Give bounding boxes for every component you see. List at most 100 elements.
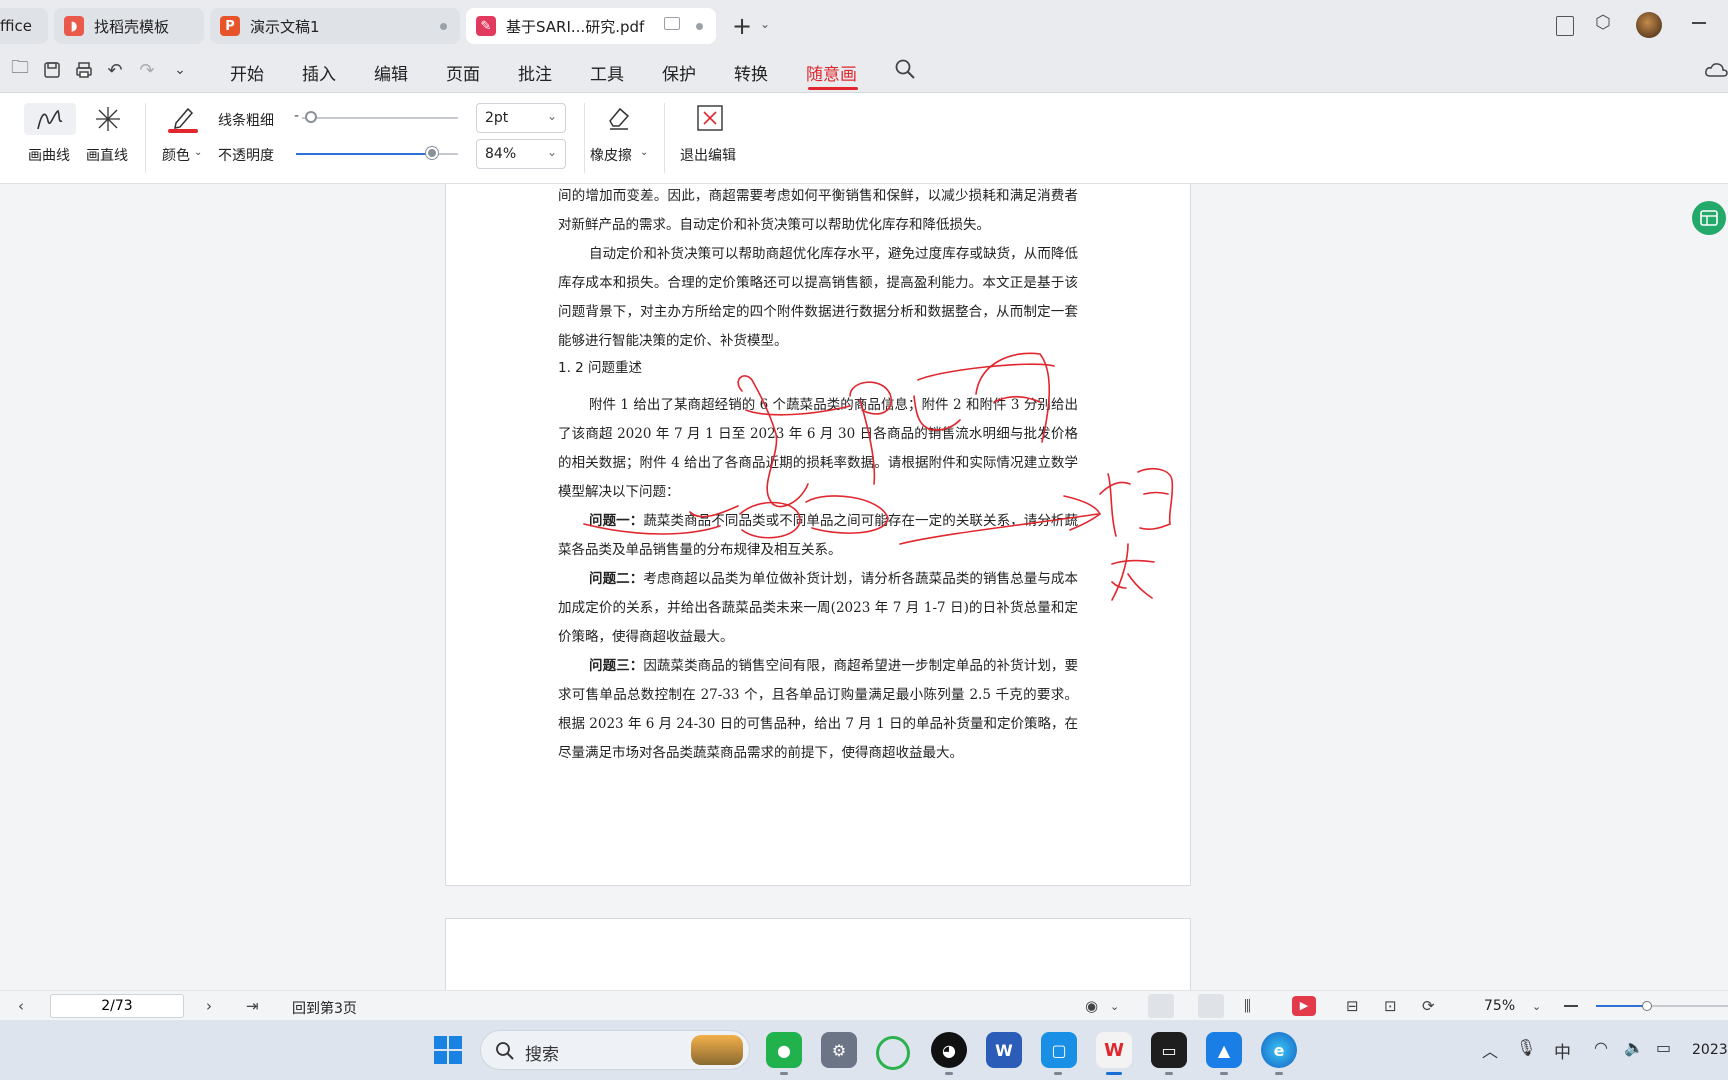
chevron-down-icon[interactable]: ⌄ [640, 147, 648, 158]
color-label[interactable]: 颜色 [162, 145, 190, 165]
exit-edit-button[interactable] [697, 105, 723, 135]
wps-icon[interactable]: W [1096, 1032, 1132, 1068]
undo-icon[interactable]: ↶ [103, 58, 127, 82]
meeting-icon[interactable]: ▲ [1206, 1032, 1242, 1068]
goto-page-link[interactable]: 回到第3页 [292, 998, 357, 1018]
split-view-icon[interactable] [1556, 16, 1574, 36]
clock[interactable]: 2023 [1692, 1042, 1728, 1058]
tab-docer-templates[interactable]: ◗ 找稻壳模板 [54, 8, 204, 44]
play-icon[interactable]: ▶ [1292, 996, 1316, 1016]
giraffe-icon [691, 1035, 743, 1065]
search-icon[interactable] [894, 58, 916, 84]
opacity-slider-knob[interactable] [426, 147, 439, 159]
fit-width-icon[interactable]: ⊟ [1346, 997, 1359, 1015]
taskbar-search[interactable]: 搜索 [480, 1030, 750, 1070]
search-placeholder: 搜索 [525, 1045, 559, 1065]
eye-icon[interactable]: ◉ [1085, 997, 1098, 1015]
edge-icon[interactable]: e [1261, 1032, 1297, 1068]
tab-wps-office[interactable]: ffice [0, 8, 48, 44]
exit-edit-label[interactable]: 退出编辑 [680, 145, 736, 165]
pdf-page [445, 918, 1191, 990]
menu-start[interactable]: 开始 [230, 60, 264, 85]
rotate-icon[interactable]: ⟳ [1422, 997, 1435, 1015]
menu-annotate[interactable]: 批注 [518, 60, 552, 85]
minimize-icon[interactable] [1692, 22, 1706, 24]
chevron-down-icon[interactable]: ⌄ [194, 147, 202, 158]
menu-protect[interactable]: 保护 [662, 60, 696, 85]
menu-freehand[interactable]: 随意画 [806, 60, 857, 85]
continuous-view-button[interactable] [1148, 994, 1174, 1018]
ime-indicator[interactable]: 中 [1554, 1038, 1571, 1063]
thickness-select[interactable]: 2pt ⌄ [476, 103, 566, 133]
freehand-ribbon: 画曲线 画直线 颜色 ⌄ 线条粗细 - 2pt ⌄ 不透明度 84% ⌄ 橡皮擦… [0, 93, 1728, 184]
wifi-icon[interactable]: ◠ [1594, 1038, 1608, 1057]
qq-icon[interactable]: ◕ [931, 1032, 967, 1068]
last-page-icon[interactable]: ⇥ [246, 997, 259, 1015]
opacity-label: 不透明度 [218, 148, 274, 164]
eraser-icon [609, 107, 630, 130]
thickness-slider-knob[interactable] [305, 111, 318, 123]
minus-icon: - [294, 108, 300, 124]
zoom-out-icon[interactable] [1564, 1005, 1578, 1007]
lock-app-icon[interactable]: ▢ [1041, 1032, 1077, 1068]
print-icon[interactable] [72, 58, 96, 82]
curve-tool-label[interactable]: 画曲线 [28, 145, 70, 165]
menu-convert[interactable]: 转换 [734, 60, 768, 85]
save-icon[interactable] [40, 58, 64, 82]
line-tool-button[interactable] [94, 105, 122, 137]
new-tab-icon[interactable]: + [732, 12, 752, 40]
tab-pdf[interactable]: ✎ 基于SARI...研究.pdf [466, 8, 716, 44]
eraser-button[interactable] [606, 105, 632, 135]
avatar[interactable] [1636, 12, 1662, 38]
refresh-app-icon[interactable] [876, 1036, 910, 1070]
wechat-icon[interactable]: ● [766, 1032, 802, 1068]
zoom-slider-fill [1596, 1005, 1644, 1007]
opacity-select[interactable]: 84% ⌄ [476, 139, 566, 169]
zoom-value[interactable]: 75% [1484, 998, 1515, 1014]
active-tab-indicator [808, 87, 858, 90]
question-2: 问题二：考虑商超以品类为单位做补货计划，请分析各蔬菜品类的销售总量与成本加成定价… [558, 565, 1078, 652]
docer-icon: ◗ [64, 16, 84, 36]
tab-label: ffice [0, 17, 32, 35]
battery-icon[interactable]: ▭ [1656, 1038, 1671, 1057]
pen-color-button[interactable] [168, 103, 198, 137]
redo-icon[interactable]: ↷ [135, 58, 159, 82]
body-paragraph: 自动定价和补货决策可以帮助商超优化库存水平，避免过度库存或缺货，从而降低库存成本… [558, 246, 1078, 349]
speaker-muted-icon[interactable]: 🔈 [1624, 1038, 1644, 1057]
line-tool-label[interactable]: 画直线 [86, 145, 128, 165]
settings-icon[interactable]: ⚙ [821, 1032, 857, 1068]
running-indicator [1220, 1072, 1228, 1075]
single-page-button[interactable] [1198, 994, 1224, 1018]
prev-page-icon[interactable]: ‹ [18, 997, 24, 1015]
search-icon [496, 1042, 514, 1060]
chevron-down-icon[interactable]: ⌄ [1532, 1000, 1541, 1013]
chevron-down-icon[interactable]: ⌄ [1110, 1000, 1119, 1013]
two-page-icon[interactable]: ⫼ [1244, 997, 1251, 1015]
thickness-slider-track[interactable] [302, 117, 458, 119]
fit-page-icon[interactable]: ⊡ [1384, 997, 1397, 1015]
windows-start-icon[interactable] [434, 1036, 462, 1068]
tab-presentation[interactable]: P 演示文稿1 [210, 8, 460, 44]
menu-edit[interactable]: 编辑 [374, 60, 408, 85]
zoom-slider-knob[interactable] [1642, 1001, 1652, 1011]
tab-bar: ffice ◗ 找稻壳模板 P 演示文稿1 ✎ 基于SARI...研究.pdf … [0, 0, 1728, 50]
cube-icon[interactable]: ⬡ [1595, 12, 1611, 33]
chevron-up-icon[interactable]: ︿ [1482, 1038, 1498, 1062]
curve-tool-button[interactable] [24, 103, 76, 135]
microphone-icon[interactable]: 🎙 [1516, 1038, 1536, 1057]
table-tool-icon[interactable] [1692, 201, 1726, 235]
terminal-icon[interactable]: ▭ [1151, 1032, 1187, 1068]
page-number-input[interactable] [50, 994, 184, 1018]
divider [584, 103, 585, 173]
menu-tools[interactable]: 工具 [590, 60, 624, 85]
menu-insert[interactable]: 插入 [302, 60, 336, 85]
open-folder-icon[interactable]: 🗀 [8, 57, 32, 82]
eraser-label[interactable]: 橡皮擦 [590, 145, 632, 165]
menu-page[interactable]: 页面 [446, 60, 480, 85]
chevron-down-icon[interactable]: ⌄ [168, 58, 192, 82]
next-page-icon[interactable]: › [206, 997, 212, 1015]
cloud-icon[interactable] [1704, 60, 1728, 84]
body-paragraph: 附件 1 给出了某商超经销的 6 个蔬菜品类的商品信息；附件 2 和附件 3 分… [558, 397, 1078, 500]
word-icon[interactable]: W [986, 1032, 1022, 1068]
chevron-down-icon[interactable]: ⌄ [760, 17, 770, 31]
